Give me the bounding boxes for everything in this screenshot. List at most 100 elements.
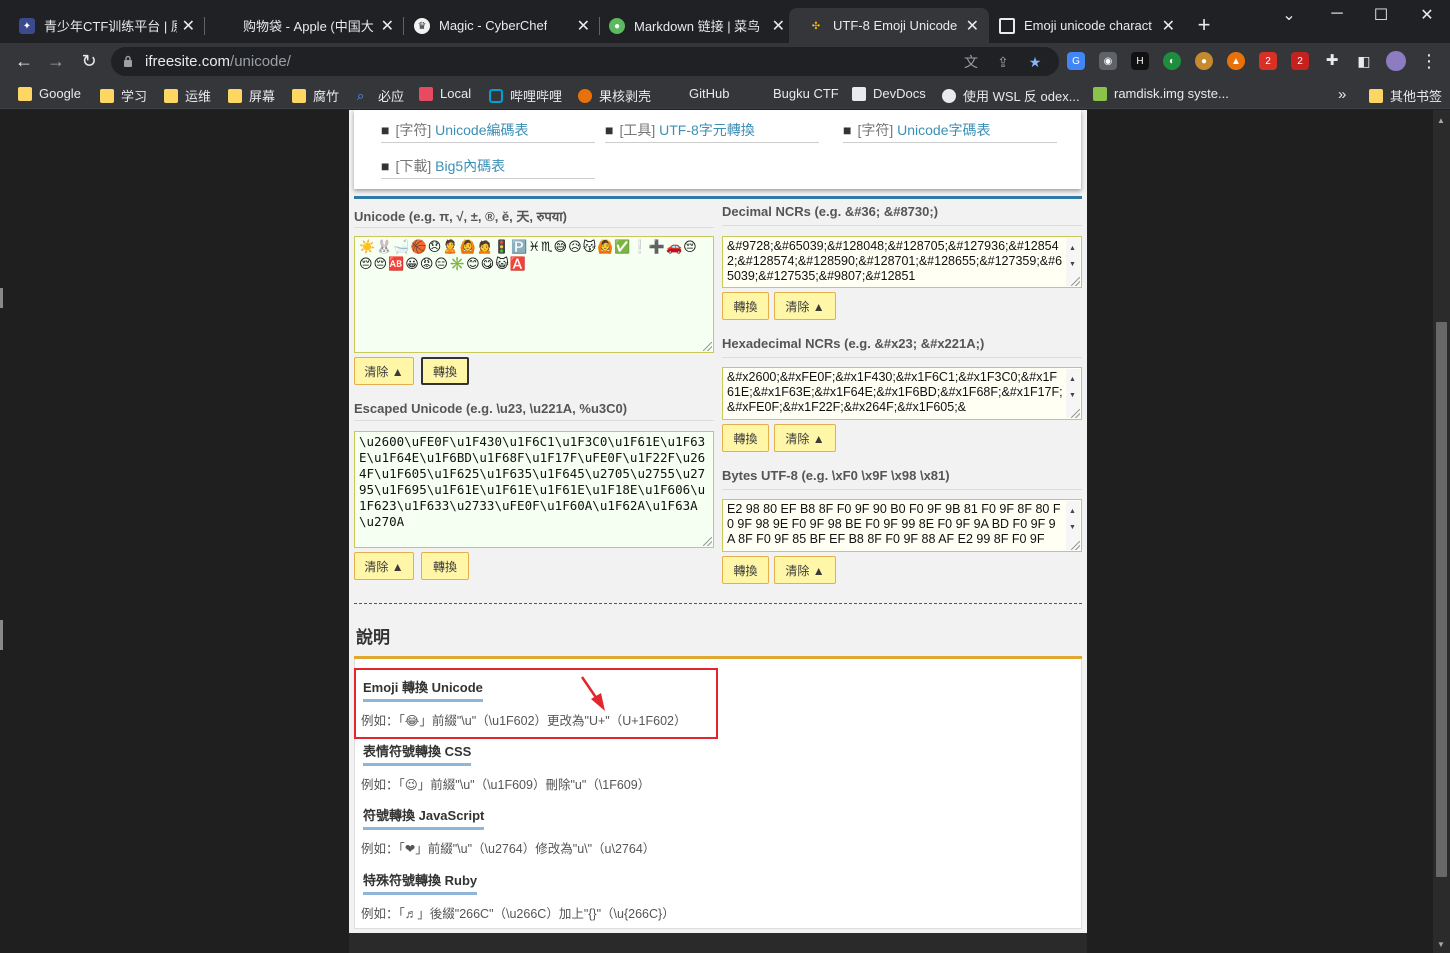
maximize-button[interactable]: ☐ [1367,5,1395,27]
tab-runoob[interactable]: ● Markdown 链接 | 菜鸟 ✕ [590,8,795,43]
bookmark-github[interactable]: GitHub [668,86,729,101]
scrollbar-thumb[interactable] [1436,322,1447,877]
github-icon [668,86,682,101]
mask-ext-icon[interactable]: ◉ [1099,52,1117,70]
resize-grip[interactable] [1071,409,1080,418]
highlight-box [354,668,718,739]
label-underline [722,357,1082,358]
bookmark-bing[interactable]: ⌕ 必应 [357,86,404,105]
link-text[interactable]: Unicode編碼表 [435,122,528,138]
address-bar[interactable]: ifreesite.com/unicode/ 文 ⇪ ★ [111,47,1059,76]
unicode-textarea[interactable]: ☀️🐰🛁🏀😞🙎🙆🙍🚦🅿️♓♏😅😥😽🙆✅❕➕🚗😔😔😔🆎😀😡😑✳️😊😋😺🅰️ [354,236,714,353]
link-unicode-table[interactable]: ■ [字符] Unicode編碼表 [381,120,595,143]
bookmark-bugku[interactable]: Bugku CTF [752,86,839,101]
forward-button[interactable]: → [44,49,68,73]
bytes-convert-button[interactable]: 轉換 [722,556,769,584]
reload-button[interactable]: ↻ [77,49,101,73]
close-tab-icon[interactable]: ✕ [772,16,785,36]
link-big5[interactable]: ■ [下載] Big5內碼表 [381,156,595,179]
bytes-label: Bytes UTF-8 (e.g. \xF0 \x9F \x98 \x81) [722,468,950,483]
green-ext-icon[interactable]: ◐ [1163,52,1181,70]
bookmark-wsl[interactable]: 使用 WSL 反 odex... [942,86,1080,105]
tab-cyberchef[interactable]: ♛ Magic - CyberChef ✕ [395,8,600,43]
bytes-textarea[interactable]: E2 98 80 EF B8 8F F0 9F 90 B0 F0 9F 9B 8… [722,499,1082,552]
close-window-button[interactable]: ✕ [1413,5,1441,27]
bookmark-fuzhu[interactable]: 腐竹 [292,86,339,105]
back-button[interactable]: ← [12,49,36,73]
hacker-ext-icon[interactable]: H [1131,52,1149,70]
scroll-up-icon[interactable]: ▲ [1069,372,1076,387]
bookmark-ops[interactable]: 运维 [164,86,211,105]
translate-icon[interactable]: 文 [962,53,980,71]
translate-ext-icon[interactable]: G [1067,52,1085,70]
bookmark-ramdisk[interactable]: ramdisk.img syste... [1093,86,1229,101]
link-unicode-chars[interactable]: ■ [字符] Unicode字碼表 [843,120,1057,143]
more-bookmarks-button[interactable]: » [1338,86,1346,103]
scroll-down-icon[interactable]: ▼ [1069,520,1076,535]
adblock-ext-icon[interactable]: 2 [1291,52,1309,70]
side-panel-icon[interactable]: ◧ [1352,49,1376,73]
close-tab-icon[interactable]: ✕ [381,16,394,36]
fox-ext-icon[interactable]: ▲ [1227,52,1245,70]
link-text[interactable]: Big5內碼表 [435,158,505,174]
cookie-ext-icon[interactable]: ● [1195,52,1213,70]
red-badge-ext-icon[interactable]: 2 [1259,52,1277,70]
hex-convert-button[interactable]: 轉換 [722,424,769,452]
tab-utf8-emoji[interactable]: ✣ UTF-8 Emoji Unicode ✕ [789,8,989,43]
resize-grip[interactable] [1071,277,1080,286]
section-divider [354,196,1082,199]
unicode-convert-button[interactable]: 轉換 [421,357,469,385]
link-utf8-convert[interactable]: ■ [工具] UTF-8字元轉換 [605,120,819,143]
minimize-button[interactable]: ─ [1323,5,1351,27]
close-tab-icon[interactable]: ✕ [966,16,979,36]
link-text[interactable]: Unicode字碼表 [897,122,990,138]
resize-grip[interactable] [1071,541,1080,550]
escaped-clear-button[interactable]: 清除 ▲ [354,552,414,580]
puzzle-extensions-icon[interactable]: ✚ [1320,49,1344,73]
scroll-down-icon[interactable]: ▼ [1069,388,1076,403]
escaped-convert-button[interactable]: 轉換 [421,552,469,580]
scroll-up-icon[interactable]: ▲ [1069,504,1076,519]
close-tab-icon[interactable]: ✕ [1162,16,1175,36]
bookmark-label: 哔哩哔哩 [510,89,563,104]
link-text[interactable]: UTF-8字元轉換 [659,122,755,138]
bookmark-devdocs[interactable]: DevDocs [852,86,926,101]
menu-button[interactable]: ⋮ [1417,49,1441,73]
tab-apple[interactable]: 购物袋 - Apple (中国大 ✕ [199,8,404,43]
bookmark-study[interactable]: 学习 [100,86,147,105]
decimal-textarea[interactable]: &#9728;&#65039;&#128048;&#128705;&#12793… [722,236,1082,288]
scroll-up-icon[interactable]: ▲ [1069,241,1076,256]
share-icon[interactable]: ⇪ [994,53,1012,71]
page-scrollbar[interactable]: ▲ ▼ [1433,110,1450,953]
hex-clear-button[interactable]: 清除 ▲ [774,424,836,452]
tab-search-button[interactable]: ⌄ [1275,5,1303,27]
url-text[interactable]: ifreesite.com/unicode/ [145,53,291,70]
bookmark-screen[interactable]: 屏幕 [228,86,275,105]
dashed-divider [354,603,1082,604]
bookmark-local[interactable]: Local [419,86,471,101]
scroll-up-icon[interactable]: ▲ [1437,116,1445,125]
bookmark-google[interactable]: Google [18,86,81,101]
bookmark-guohe[interactable]: 果核剥壳 [578,86,651,105]
new-tab-button[interactable]: + [1193,14,1215,36]
avatar[interactable] [1384,49,1408,73]
bookmark-bilibili[interactable]: 哔哩哔哩 [489,86,562,105]
scroll-down-icon[interactable]: ▼ [1437,940,1445,949]
bookmark-star-icon[interactable]: ★ [1026,53,1044,71]
resize-grip[interactable] [703,537,712,546]
escaped-textarea[interactable]: \u2600\uFE0F\u1F430\u1F6C1\u1F3C0\u1F61E… [354,431,714,548]
close-tab-icon[interactable]: ✕ [182,16,195,36]
resize-grip[interactable] [703,342,712,351]
lock-icon[interactable] [123,55,133,67]
bytes-clear-button[interactable]: 清除 ▲ [774,556,836,584]
decimal-clear-button[interactable]: 清除 ▲ [774,292,836,320]
close-tab-icon[interactable]: ✕ [577,16,590,36]
tab-emoji-chars[interactable]: Emoji unicode charact ✕ [980,8,1185,43]
unicode-clear-button[interactable]: 清除 ▲ [354,357,414,385]
apple-favicon-icon [218,18,234,34]
decimal-convert-button[interactable]: 轉換 [722,292,769,320]
scroll-down-icon[interactable]: ▼ [1069,257,1076,272]
hex-textarea[interactable]: &#x2600;&#xFE0F;&#x1F430;&#x1F6C1;&#x1F3… [722,367,1082,420]
other-bookmarks[interactable]: 其他书签 [1369,86,1442,105]
tab-ctf[interactable]: ✦ 青少年CTF训练平台 | 原 ✕ [0,8,205,43]
